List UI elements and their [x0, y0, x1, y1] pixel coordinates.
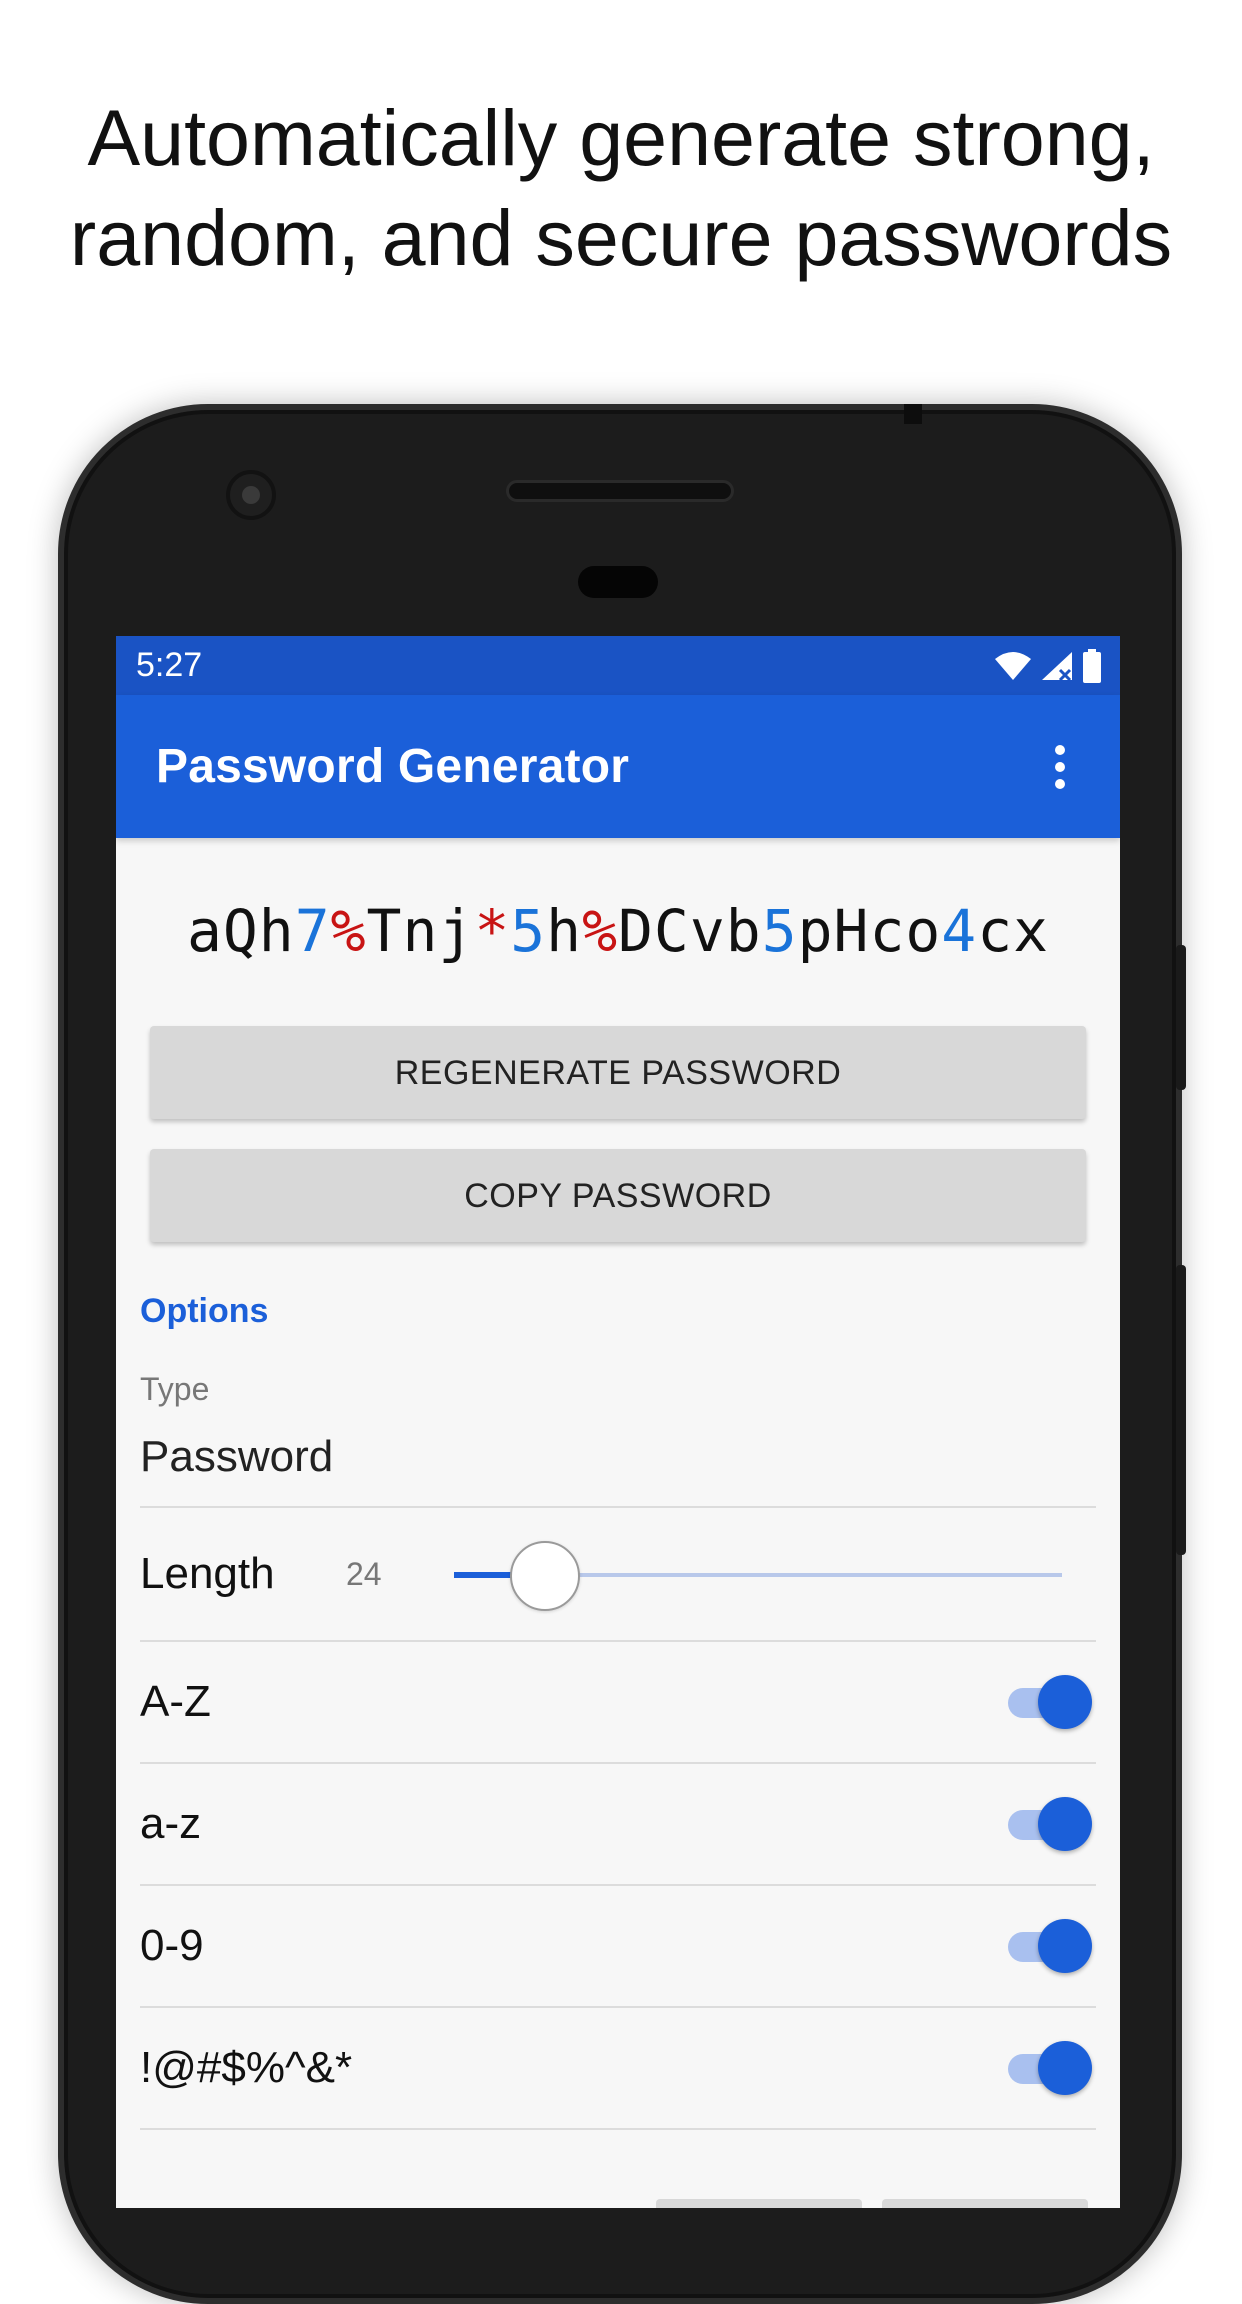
switch-thumb: [1038, 1797, 1092, 1851]
password-letter: a: [186, 897, 223, 965]
switch-thumb: [1038, 1919, 1092, 1973]
password-digit: 5: [510, 897, 547, 965]
more-vert-icon[interactable]: [1040, 737, 1080, 797]
status-bar: 5:27: [116, 636, 1120, 695]
phone-antenna-notch: [904, 404, 922, 424]
status-time: 5:27: [136, 646, 203, 684]
toggle-row-uppercase: A-Z: [140, 1642, 1096, 1764]
password-symbol: *: [474, 897, 511, 965]
toggle-label-lowercase: a-z: [140, 1799, 202, 1848]
toggle-row-digits: 0-9: [140, 1886, 1096, 2008]
phone-volume-button: [1176, 1265, 1186, 1555]
generated-password[interactable]: aQh7%Tnj*5h%DCvb5pHco4cx: [116, 896, 1120, 966]
options-header: Options: [140, 1292, 269, 1330]
copy-password-button[interactable]: COPY PASSWORD: [150, 1149, 1086, 1242]
bottom-button-right[interactable]: [882, 2199, 1088, 2208]
battery-icon: [1083, 648, 1101, 683]
toggle-label-digits: 0-9: [140, 1921, 204, 1970]
password-symbol: %: [330, 897, 367, 965]
password-letter: T: [366, 897, 403, 965]
signal-icon: [1042, 651, 1072, 681]
earpiece-speaker: [506, 480, 734, 502]
length-label: Length: [140, 1549, 275, 1598]
password-digit: 7: [294, 897, 331, 965]
password-letter: H: [833, 897, 870, 965]
length-value: 24: [346, 1555, 382, 1592]
password-letter: o: [905, 897, 942, 965]
lowercase-switch[interactable]: [1008, 1796, 1092, 1852]
headline-line-1: Automatically generate strong,: [87, 93, 1155, 182]
app-title: Password Generator: [156, 740, 630, 793]
password-letter: n: [402, 897, 439, 965]
digits-switch[interactable]: [1008, 1918, 1092, 1974]
password-digit: 5: [761, 897, 798, 965]
password-symbol: %: [582, 897, 618, 965]
switch-thumb: [1038, 1675, 1092, 1729]
uppercase-switch[interactable]: [1008, 1674, 1092, 1730]
password-letter: x: [1013, 897, 1050, 965]
toggle-label-symbols: !@#$%^&*: [140, 2043, 353, 2092]
proximity-sensor: [578, 566, 658, 598]
toggle-row-lowercase: a-z: [140, 1764, 1096, 1886]
password-letter: j: [438, 897, 475, 965]
regenerate-password-button[interactable]: REGENERATE PASSWORD: [150, 1026, 1086, 1119]
type-value: Password: [140, 1432, 334, 1481]
password-letter: c: [869, 897, 906, 965]
password-letter: Q: [222, 897, 259, 965]
wifi-icon: [995, 651, 1031, 680]
phone-screen: 5:27 Password Generator aQh7%Tnj*5h%DCvb…: [116, 636, 1120, 2208]
app-bar: Password Generator: [116, 695, 1120, 838]
bottom-button-left[interactable]: [656, 2199, 862, 2208]
password-letter: h: [258, 897, 295, 965]
switch-thumb: [1038, 2041, 1092, 2095]
type-dropdown[interactable]: Type Password: [140, 1371, 1096, 1508]
password-letter: c: [977, 897, 1014, 965]
password-letter: h: [546, 897, 583, 965]
headline: Automatically generate strong, random, a…: [0, 88, 1242, 288]
password-letter: v: [689, 897, 726, 965]
password-digit: 4: [941, 897, 978, 965]
slider-thumb[interactable]: [510, 1541, 581, 1611]
password-letter: p: [797, 897, 834, 965]
length-slider[interactable]: [454, 1508, 1062, 1642]
type-label: Type: [140, 1371, 210, 1407]
headline-line-2: random, and secure passwords: [69, 193, 1173, 282]
toggle-label-uppercase: A-Z: [140, 1677, 211, 1726]
symbols-switch[interactable]: [1008, 2040, 1092, 2096]
length-row: Length 24: [140, 1508, 1096, 1642]
bottom-button-group: [656, 2199, 1088, 2208]
password-letter: C: [653, 897, 690, 965]
front-camera-icon: [226, 470, 276, 520]
password-letter: b: [725, 897, 762, 965]
status-icons: [994, 648, 1102, 683]
phone-power-button: [1176, 945, 1186, 1090]
password-letter: D: [618, 897, 654, 965]
toggle-row-symbols: !@#$%^&*: [140, 2008, 1096, 2130]
